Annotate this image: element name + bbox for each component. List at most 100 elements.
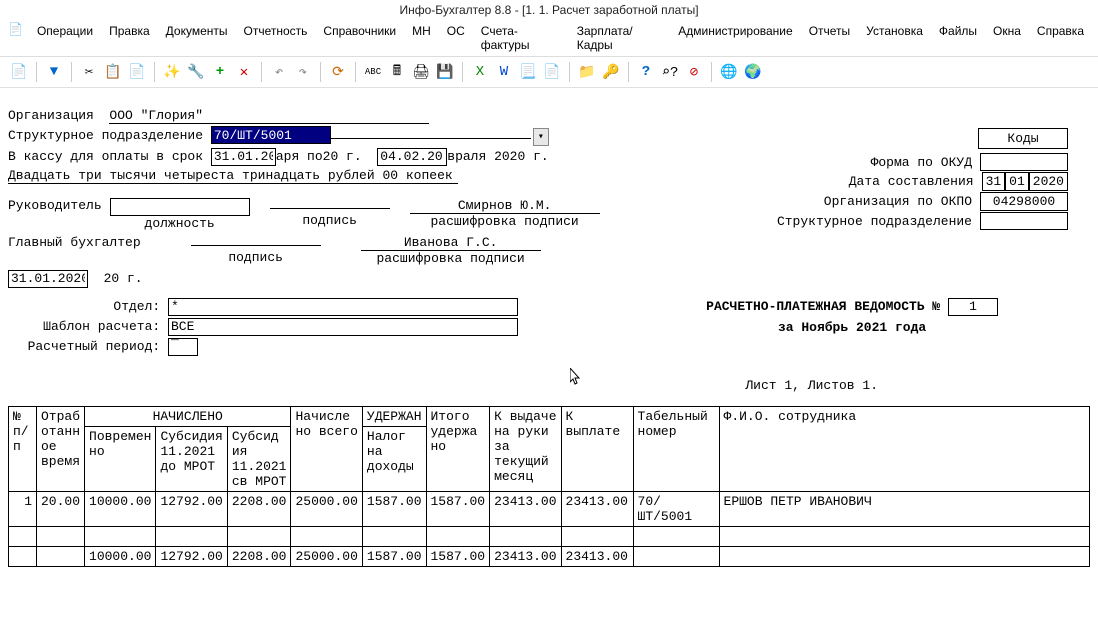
cell-to-pay: 23413.00 (561, 491, 633, 526)
menu-mn[interactable]: МН (406, 22, 437, 54)
okpo-label: Организация по ОКПО (824, 194, 972, 209)
date-to-input[interactable] (377, 148, 447, 166)
tb-refresh-icon[interactable]: ⟳ (327, 61, 349, 83)
tb-abc-icon[interactable]: ABC (362, 61, 384, 83)
vedomost-title: РАСЧЕТНО-ПЛАТЕЖНАЯ ВЕДОМОСТЬ № (706, 299, 948, 314)
tb-new-icon[interactable]: 📄 (8, 61, 30, 83)
th-withheld-group: УДЕРЖАН (362, 406, 426, 426)
date1-suffix: аря по20 г. (276, 149, 377, 164)
tb-globe2-icon[interactable]: 🌍 (742, 61, 764, 83)
decode-caption: расшифровка подписи (410, 214, 600, 229)
tb-folder-icon[interactable]: 📁 (576, 61, 598, 83)
menu-payroll[interactable]: Зарплата/Кадры (571, 22, 669, 54)
kody-title: Коды (978, 128, 1068, 149)
total-to-hand: 23413.00 (490, 546, 561, 566)
tb-undo-icon[interactable]: ↶ (268, 61, 290, 83)
table-header-row: № п/п Отраб отанн ое время НАЧИСЛЕНО Нач… (9, 406, 1090, 426)
separator (261, 62, 262, 82)
th-to-pay: К выплате (561, 406, 633, 491)
tb-remove-icon[interactable]: ✕ (233, 61, 255, 83)
struct-kody-label: Структурное подразделение (777, 214, 972, 229)
org-value: ООО "Глория" (109, 108, 429, 124)
tb-key-icon[interactable]: 🔑 (600, 61, 622, 83)
tb-filter-icon[interactable]: ▼ (43, 61, 65, 83)
struct-input[interactable] (211, 126, 331, 144)
tb-doc2-icon[interactable]: 📄 (541, 61, 563, 83)
manager-signature (270, 208, 390, 209)
toolbar: 📄 ▼ ✂ 📋 📄 ✨ 🔧 + ✕ ↶ ↷ ⟳ ABC 🖩 🖨 💾 X W 📃 … (0, 57, 1098, 88)
app-icon: 📄 (8, 22, 23, 38)
tb-context-help-icon[interactable]: ⌕? (659, 61, 681, 83)
tb-calc-icon[interactable]: 🖩 (386, 61, 408, 83)
table-empty-row (9, 526, 1090, 546)
template-input[interactable] (168, 318, 518, 336)
cashier-label: В кассу для оплаты в срок (8, 149, 211, 164)
separator (569, 62, 570, 82)
tb-globe1-icon[interactable]: 🌐 (718, 61, 740, 83)
tb-doc-icon[interactable]: 📃 (517, 61, 539, 83)
total-to-pay: 23413.00 (561, 546, 633, 566)
cell-tax: 1587.00 (362, 491, 426, 526)
total-subsidy-mrot: 12792.00 (156, 546, 227, 566)
separator (462, 62, 463, 82)
tb-stop-icon[interactable]: ⊘ (683, 61, 705, 83)
th-withheld-total: Итого удержа но (426, 406, 490, 491)
vedomost-block: РАСЧЕТНО-ПЛАТЕЖНАЯ ВЕДОМОСТЬ № 1 за Нояб… (706, 298, 998, 335)
vedomost-number[interactable]: 1 (948, 298, 998, 316)
template-label: Шаблон расчета: (8, 319, 168, 334)
menu-help[interactable]: Справка (1031, 22, 1090, 54)
menu-bar: 📄 Операции Правка Документы Отчетность С… (0, 20, 1098, 57)
cell-to-hand: 23413.00 (490, 491, 561, 526)
tb-excel-icon[interactable]: X (469, 61, 491, 83)
menu-os[interactable]: ОС (441, 22, 471, 54)
tb-tool-icon[interactable]: 🔧 (185, 61, 207, 83)
date-m: 01 (1005, 172, 1029, 191)
menu-edit[interactable]: Правка (103, 22, 156, 54)
manager-name: Смирнов Ю.М. (410, 198, 600, 214)
menu-operations[interactable]: Операции (31, 22, 99, 54)
table-row[interactable]: 1 20.00 10000.00 12792.00 2208.00 25000.… (9, 491, 1090, 526)
menu-documents[interactable]: Документы (160, 22, 234, 54)
date-y: 2020 (1029, 172, 1068, 191)
date2-suffix: враля 2020 г. (447, 149, 548, 164)
date-d: 31 (982, 172, 1006, 191)
menu-reports[interactable]: Отчетность (238, 22, 314, 54)
menu-reports2[interactable]: Отчеты (803, 22, 856, 54)
tb-save-icon[interactable]: 💾 (434, 61, 456, 83)
manager-position-input[interactable] (110, 198, 250, 216)
menu-windows[interactable]: Окна (987, 22, 1027, 54)
tb-word-icon[interactable]: W (493, 61, 515, 83)
th-hourly: Повремен но (85, 426, 156, 491)
total-tax: 1587.00 (362, 546, 426, 566)
th-accrued-group: НАЧИСЛЕНО (85, 406, 291, 426)
tb-help-icon[interactable]: ? (635, 61, 657, 83)
menu-admin[interactable]: Администрирование (672, 22, 798, 54)
dept-input[interactable] (168, 298, 518, 316)
chief-label: Главный бухгалтер (8, 235, 141, 250)
cursor-icon (570, 368, 582, 386)
struct-dropdown-arrow[interactable]: ▾ (533, 128, 549, 146)
okud-value (980, 153, 1068, 171)
tb-copy-icon[interactable]: 📋 (102, 61, 124, 83)
date-from-input[interactable] (211, 148, 276, 166)
amount-words: Двадцать три тысячи четыреста тринадцать… (8, 168, 458, 184)
separator (71, 62, 72, 82)
tb-redo-icon[interactable]: ↷ (292, 61, 314, 83)
th-accrued-total: Начисле но всего (291, 406, 362, 491)
th-num: № п/п (9, 406, 37, 491)
separator (320, 62, 321, 82)
total-hourly: 10000.00 (85, 546, 156, 566)
tb-cut-icon[interactable]: ✂ (78, 61, 100, 83)
tb-print-icon[interactable]: 🖨 (410, 61, 432, 83)
total-subsidy-above: 2208.00 (227, 546, 291, 566)
date3-input[interactable] (8, 270, 88, 288)
tb-add-icon[interactable]: + (209, 61, 231, 83)
menu-directories[interactable]: Справочники (317, 22, 402, 54)
menu-invoices[interactable]: Счета-фактуры (475, 22, 567, 54)
menu-install[interactable]: Установка (860, 22, 929, 54)
menu-files[interactable]: Файлы (933, 22, 983, 54)
tb-wand-icon[interactable]: ✨ (161, 61, 183, 83)
tb-paste-icon[interactable]: 📄 (126, 61, 148, 83)
period-input[interactable] (168, 338, 198, 356)
th-fio: Ф.И.О. сотрудника (719, 406, 1089, 491)
